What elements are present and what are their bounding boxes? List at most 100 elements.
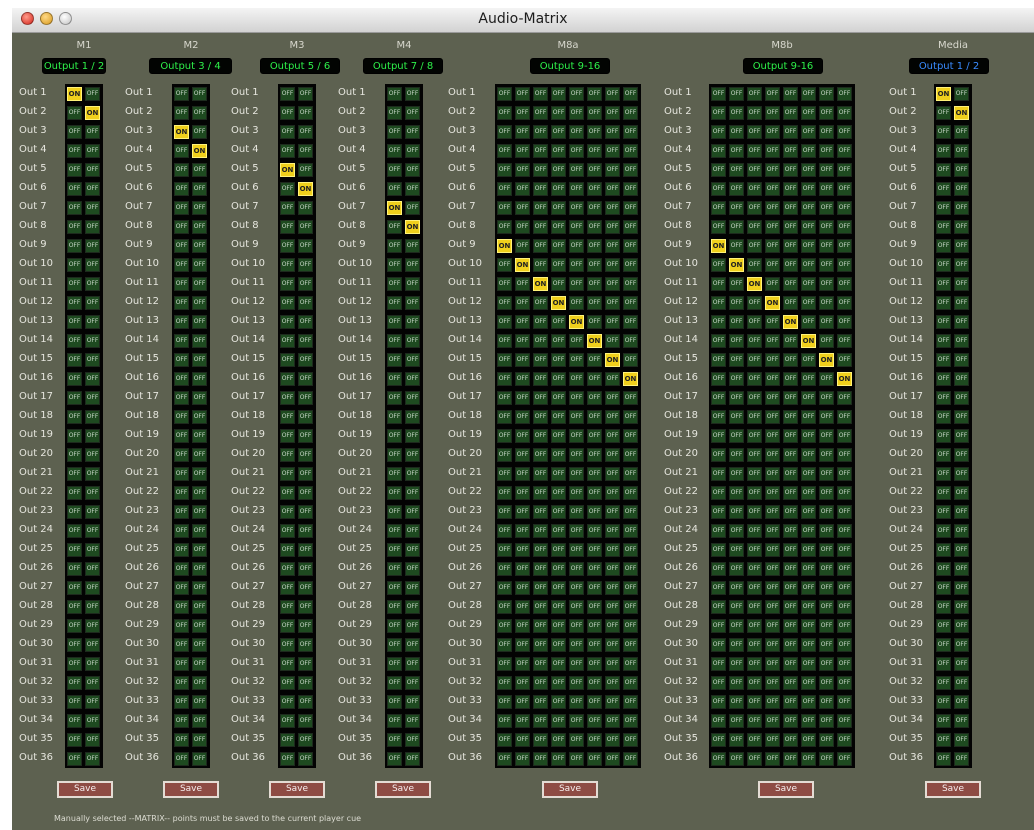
matrix-point-toggle[interactable]: OFF [387,733,402,747]
matrix-point-toggle[interactable]: OFF [605,277,620,291]
matrix-point-toggle[interactable]: OFF [837,410,852,424]
matrix-point-toggle[interactable]: OFF [192,695,207,709]
matrix-point-toggle[interactable]: OFF [765,106,780,120]
matrix-point-toggle[interactable]: OFF [497,125,512,139]
matrix-point-toggle[interactable]: OFF [587,752,602,766]
matrix-point-toggle[interactable]: OFF [729,638,744,652]
matrix-point-toggle[interactable]: OFF [765,619,780,633]
matrix-point-toggle[interactable]: OFF [729,752,744,766]
matrix-point-toggle[interactable]: OFF [387,619,402,633]
matrix-point-toggle[interactable]: OFF [67,277,82,291]
matrix-point-toggle[interactable]: OFF [623,429,638,443]
matrix-point-toggle[interactable]: OFF [497,429,512,443]
matrix-point-toggle[interactable]: OFF [387,600,402,614]
matrix-point-toggle[interactable]: OFF [280,543,295,557]
matrix-point-toggle[interactable]: OFF [533,562,548,576]
matrix-point-toggle[interactable]: OFF [783,163,798,177]
matrix-point-toggle[interactable]: OFF [711,448,726,462]
matrix-point-toggle[interactable]: OFF [837,182,852,196]
matrix-point-toggle[interactable]: OFF [711,562,726,576]
matrix-point-toggle[interactable]: OFF [819,277,834,291]
matrix-point-toggle[interactable]: OFF [801,714,816,728]
matrix-point-toggle[interactable]: OFF [569,676,584,690]
matrix-point-toggle[interactable]: OFF [765,657,780,671]
matrix-point-toggle[interactable]: OFF [783,334,798,348]
matrix-point-toggle[interactable]: ON [729,258,744,272]
matrix-point-toggle[interactable]: OFF [85,581,100,595]
matrix-point-toggle[interactable]: OFF [837,201,852,215]
matrix-point-toggle[interactable]: OFF [936,543,951,557]
matrix-point-toggle[interactable]: OFF [623,201,638,215]
matrix-point-toggle[interactable]: OFF [936,429,951,443]
matrix-point-toggle[interactable]: OFF [67,505,82,519]
matrix-point-toggle[interactable]: OFF [783,581,798,595]
matrix-point-toggle[interactable]: OFF [533,676,548,690]
matrix-point-toggle[interactable]: OFF [280,714,295,728]
matrix-point-toggle[interactable]: OFF [551,239,566,253]
matrix-point-toggle[interactable]: OFF [936,467,951,481]
matrix-point-toggle[interactable]: OFF [729,220,744,234]
matrix-point-toggle[interactable]: OFF [192,638,207,652]
matrix-point-toggle[interactable]: OFF [405,638,420,652]
matrix-point-toggle[interactable]: OFF [174,334,189,348]
matrix-point-toggle[interactable]: OFF [551,144,566,158]
matrix-point-toggle[interactable]: OFF [497,391,512,405]
matrix-point-toggle[interactable]: OFF [515,695,530,709]
matrix-point-toggle[interactable]: OFF [711,486,726,500]
matrix-point-toggle[interactable]: OFF [387,752,402,766]
matrix-point-toggle[interactable]: OFF [729,448,744,462]
matrix-point-toggle[interactable]: OFF [174,296,189,310]
matrix-point-toggle[interactable]: OFF [280,410,295,424]
matrix-point-toggle[interactable]: OFF [623,448,638,462]
matrix-point-toggle[interactable]: OFF [819,733,834,747]
matrix-point-toggle[interactable]: OFF [954,581,969,595]
matrix-point-toggle[interactable]: OFF [551,600,566,614]
matrix-point-toggle[interactable]: OFF [954,543,969,557]
matrix-point-toggle[interactable]: OFF [711,163,726,177]
matrix-point-toggle[interactable]: OFF [174,714,189,728]
matrix-point-toggle[interactable]: OFF [605,448,620,462]
matrix-point-toggle[interactable]: OFF [587,733,602,747]
matrix-point-toggle[interactable]: OFF [783,239,798,253]
matrix-point-toggle[interactable]: OFF [747,182,762,196]
matrix-point-toggle[interactable]: OFF [85,277,100,291]
matrix-point-toggle[interactable]: OFF [405,372,420,386]
matrix-point-toggle[interactable]: OFF [280,144,295,158]
matrix-point-toggle[interactable]: OFF [936,182,951,196]
matrix-point-toggle[interactable]: OFF [954,201,969,215]
matrix-point-toggle[interactable]: OFF [551,87,566,101]
matrix-point-toggle[interactable]: OFF [280,752,295,766]
matrix-point-toggle[interactable]: OFF [497,144,512,158]
matrix-point-toggle[interactable]: OFF [729,676,744,690]
matrix-point-toggle[interactable]: OFF [298,410,313,424]
matrix-point-toggle[interactable]: OFF [783,562,798,576]
matrix-point-toggle[interactable]: OFF [67,258,82,272]
matrix-point-toggle[interactable]: OFF [174,619,189,633]
matrix-point-toggle[interactable]: OFF [551,695,566,709]
matrix-point-toggle[interactable]: OFF [192,258,207,272]
matrix-point-toggle[interactable]: OFF [533,467,548,481]
matrix-point-toggle[interactable]: OFF [298,277,313,291]
matrix-point-toggle[interactable]: OFF [711,581,726,595]
matrix-point-toggle[interactable]: OFF [954,163,969,177]
matrix-point-toggle[interactable]: OFF [569,486,584,500]
matrix-point-toggle[interactable]: OFF [783,657,798,671]
matrix-point-toggle[interactable]: OFF [298,106,313,120]
matrix-point-toggle[interactable]: OFF [515,334,530,348]
matrix-point-toggle[interactable]: OFF [192,87,207,101]
matrix-point-toggle[interactable]: OFF [729,467,744,481]
matrix-point-toggle[interactable]: OFF [515,315,530,329]
matrix-point-toggle[interactable]: OFF [192,524,207,538]
m4-output-selector[interactable]: Output 7 / 8 [363,58,443,74]
matrix-point-toggle[interactable]: OFF [954,277,969,291]
matrix-point-toggle[interactable]: OFF [387,467,402,481]
matrix-point-toggle[interactable]: OFF [515,429,530,443]
matrix-point-toggle[interactable]: OFF [551,486,566,500]
matrix-point-toggle[interactable]: OFF [819,182,834,196]
matrix-point-toggle[interactable]: OFF [936,334,951,348]
matrix-point-toggle[interactable]: OFF [551,391,566,405]
matrix-point-toggle[interactable]: OFF [954,334,969,348]
matrix-point-toggle[interactable]: OFF [747,467,762,481]
matrix-point-toggle[interactable]: OFF [405,467,420,481]
matrix-point-toggle[interactable]: ON [497,239,512,253]
